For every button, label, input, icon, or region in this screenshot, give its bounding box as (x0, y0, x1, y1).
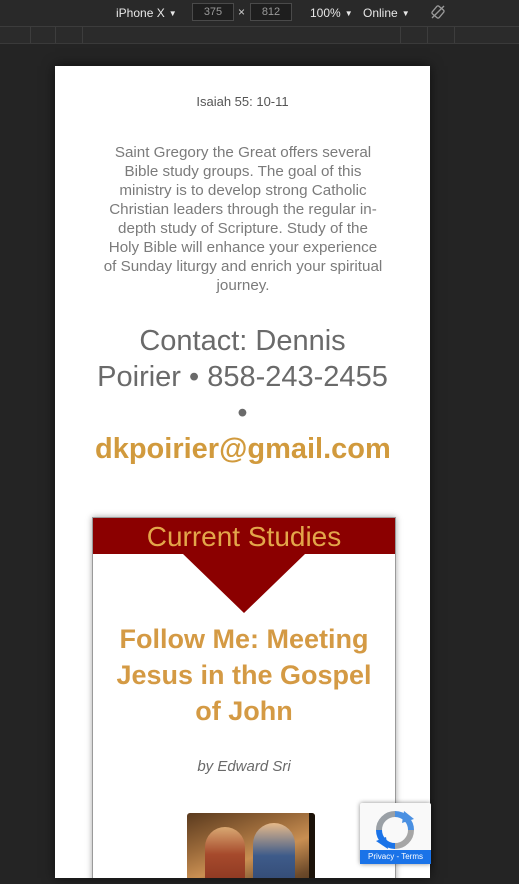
ruler-segment[interactable] (83, 27, 401, 43)
recaptcha-badge[interactable]: Privacy - Terms (360, 803, 431, 864)
device-select-label: iPhone X (116, 6, 165, 20)
study-author: by Edward Sri (197, 758, 291, 775)
contact-email-link[interactable]: dkpoirier@gmail.com (95, 433, 391, 465)
chevron-down-icon: ▼ (344, 9, 353, 18)
recaptcha-footer[interactable]: Privacy - Terms (360, 850, 431, 864)
device-viewport: Isaiah 55: 10-11 Saint Gregory the Great… (55, 66, 430, 878)
device-select[interactable]: iPhone X ▼ (116, 5, 177, 22)
devtools-device-toolbar: iPhone X ▼ 375 × 812 100% ▼ Online ▼ (0, 0, 519, 27)
zoom-select-label: 100% (310, 6, 341, 20)
cover-figure (253, 823, 295, 878)
book-cover-image[interactable] (187, 813, 315, 878)
network-throttle-select[interactable]: Online ▼ (363, 5, 410, 22)
chevron-down-icon: ▼ (401, 9, 410, 18)
ruler-segment[interactable] (0, 27, 31, 43)
recaptcha-icon (376, 811, 414, 849)
times-separator: × (238, 5, 246, 19)
ruler-segment[interactable] (56, 27, 83, 43)
ruler-segment[interactable] (31, 27, 56, 43)
header-arrow (183, 554, 305, 613)
ruler-segment[interactable] (428, 27, 455, 43)
cover-spine (309, 813, 315, 878)
scripture-reference: Isaiah 55: 10-11 (196, 94, 289, 109)
study-title: Follow Me: Meeting Jesus in the Gospel o… (116, 624, 372, 726)
bible-study-intro: Saint Gregory the Great offers several B… (103, 144, 383, 294)
ruler-segment[interactable] (401, 27, 428, 43)
card-header: Current Studies (93, 518, 395, 554)
chevron-down-icon: ▼ (168, 9, 177, 18)
cover-figure (205, 827, 245, 878)
zoom-select[interactable]: 100% ▼ (310, 5, 353, 22)
contact-text: Contact: Dennis Poirier • 858-243-2455 • (97, 325, 388, 429)
rotate-icon[interactable] (431, 5, 445, 19)
media-query-ruler (0, 27, 519, 44)
height-input[interactable]: 812 (250, 3, 292, 21)
width-input[interactable]: 375 (192, 3, 234, 21)
network-select-label: Online (363, 6, 398, 20)
contact-info: Contact: Dennis Poirier • 858-243-2455 •… (95, 323, 391, 467)
current-studies-card: Current Studies Follow Me: Meeting Jesus… (92, 517, 396, 878)
